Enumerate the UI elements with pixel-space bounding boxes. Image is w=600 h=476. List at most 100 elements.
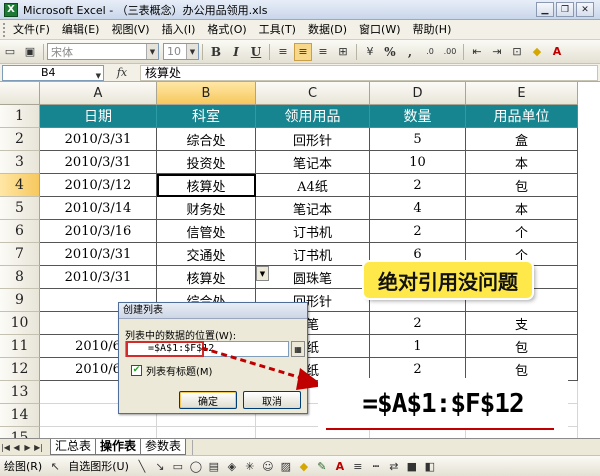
table-cell[interactable]: 盒 xyxy=(466,128,578,151)
empty-cell[interactable] xyxy=(157,427,256,438)
table-cell[interactable]: 1 xyxy=(370,335,466,358)
select-all-corner[interactable] xyxy=(0,82,40,105)
font-color-icon[interactable]: A xyxy=(548,43,566,61)
first-sheet-icon[interactable]: |◀ xyxy=(0,443,11,452)
column-header-d[interactable]: D xyxy=(370,82,466,105)
menu-file[interactable]: 文件(F) xyxy=(11,21,56,39)
column-header-c[interactable]: C xyxy=(256,82,370,105)
menu-view[interactable]: 视图(V) xyxy=(105,21,155,39)
arrow-icon[interactable]: ↘ xyxy=(152,458,168,474)
excel-app-icon[interactable]: X xyxy=(4,2,18,17)
row-header-12[interactable]: 12 xyxy=(0,358,40,381)
table-cell[interactable]: 个 xyxy=(466,220,578,243)
picture-icon[interactable]: ▨ xyxy=(278,458,294,474)
active-cell[interactable]: 核算处 xyxy=(157,174,256,197)
bold-button[interactable]: B xyxy=(207,43,225,61)
table-cell[interactable]: 2010/3/31 xyxy=(40,243,157,266)
table-cell[interactable]: 交通处 xyxy=(157,243,256,266)
font-color-icon[interactable]: A xyxy=(332,458,348,474)
function-icon[interactable]: fx xyxy=(104,66,140,79)
row-header-10[interactable]: 10 xyxy=(0,312,40,335)
restore-icon[interactable]: ❐ xyxy=(556,2,574,17)
decrease-decimal-icon[interactable]: .00 xyxy=(441,43,459,61)
table-cell[interactable]: 支 xyxy=(466,312,578,335)
table-cell[interactable]: 圆珠笔 xyxy=(256,266,370,289)
line-color-icon[interactable]: ✎ xyxy=(314,458,330,474)
table-header-cell[interactable]: 日期 xyxy=(40,105,157,128)
minimize-icon[interactable]: ▁ xyxy=(536,2,554,17)
fill-color-icon[interactable]: ◆ xyxy=(528,43,546,61)
has-headers-checkbox[interactable]: ✔ xyxy=(131,365,142,376)
table-header-cell[interactable]: 数量 xyxy=(370,105,466,128)
comma-button[interactable]: , xyxy=(401,43,419,61)
font-name-select[interactable]: 宋体 ▼ xyxy=(47,43,159,60)
merge-center-icon[interactable]: ⊞ xyxy=(334,43,352,61)
oval-icon[interactable]: ◯ xyxy=(188,458,204,474)
table-header-cell[interactable]: 领用用品 xyxy=(256,105,370,128)
table-cell[interactable]: 回形针 xyxy=(256,128,370,151)
italic-button[interactable]: I xyxy=(227,43,245,61)
formula-input[interactable]: 核算处 xyxy=(140,64,598,81)
draw-menu-button[interactable]: 绘图(R) xyxy=(0,458,46,474)
increase-decimal-icon[interactable]: .0 xyxy=(421,43,439,61)
table-cell[interactable]: 4 xyxy=(370,197,466,220)
menu-grip[interactable] xyxy=(3,22,7,37)
row-header-9[interactable]: 9 xyxy=(0,289,40,312)
table-cell[interactable]: 核算处 xyxy=(157,266,256,289)
wordart-icon[interactable]: ◈ xyxy=(224,458,240,474)
table-header-cell[interactable]: 科室 xyxy=(157,105,256,128)
column-header-b[interactable]: B xyxy=(157,82,256,105)
table-cell[interactable]: 综合处 xyxy=(157,128,256,151)
table-cell[interactable]: 10 xyxy=(370,151,466,174)
empty-cell[interactable] xyxy=(40,427,157,438)
table-cell[interactable]: 本 xyxy=(466,151,578,174)
align-right-icon[interactable]: ≡ xyxy=(314,43,332,61)
3d-icon[interactable]: ◧ xyxy=(422,458,438,474)
dash-style-icon[interactable]: ┅ xyxy=(368,458,384,474)
diagram-icon[interactable]: ✳ xyxy=(242,458,258,474)
table-cell[interactable]: 投资处 xyxy=(157,151,256,174)
table-cell[interactable]: 包 xyxy=(466,335,578,358)
menu-tools[interactable]: 工具(T) xyxy=(253,21,302,39)
line-style-icon[interactable]: ≡ xyxy=(350,458,366,474)
row-header-6[interactable]: 6 xyxy=(0,220,40,243)
save-icon[interactable]: ▣ xyxy=(21,43,39,61)
menu-insert[interactable]: 插入(I) xyxy=(156,21,202,39)
autoshapes-button[interactable]: 自选图形(U) xyxy=(64,458,133,474)
close-icon[interactable]: ✕ xyxy=(576,2,594,17)
underline-button[interactable]: U xyxy=(247,43,265,61)
tab-parameters[interactable]: 参数表 xyxy=(140,439,187,455)
table-cell[interactable]: 2010/3/12 xyxy=(40,174,157,197)
menu-edit[interactable]: 编辑(E) xyxy=(56,21,106,39)
table-cell[interactable]: 笔记本 xyxy=(256,197,370,220)
table-cell[interactable]: 财务处 xyxy=(157,197,256,220)
table-cell[interactable]: 本 xyxy=(466,197,578,220)
table-header-cell[interactable]: 用品单位 xyxy=(466,105,578,128)
currency-icon[interactable]: ¥ xyxy=(361,43,379,61)
name-box[interactable]: B4 ▼ xyxy=(2,64,104,81)
row-header-15[interactable]: 15 xyxy=(0,427,40,438)
align-center-icon[interactable]: ≡ xyxy=(294,42,312,61)
row-header-14[interactable]: 14 xyxy=(0,404,40,427)
shadow-icon[interactable]: ■ xyxy=(404,458,420,474)
borders-icon[interactable]: ⊡ xyxy=(508,43,526,61)
percent-button[interactable]: % xyxy=(381,43,399,61)
align-left-icon[interactable]: ≡ xyxy=(274,43,292,61)
prev-sheet-icon[interactable]: ◀ xyxy=(11,443,22,452)
row-header-13[interactable]: 13 xyxy=(0,381,40,404)
menu-help[interactable]: 帮助(H) xyxy=(407,21,458,39)
column-header-a[interactable]: A xyxy=(40,82,157,105)
last-sheet-icon[interactable]: ▶| xyxy=(33,443,44,452)
menu-format[interactable]: 格式(O) xyxy=(201,21,252,39)
table-cell[interactable]: 2 xyxy=(370,220,466,243)
table-cell[interactable]: A4纸 xyxy=(256,174,370,197)
table-cell[interactable]: 订书机 xyxy=(256,220,370,243)
increase-indent-icon[interactable]: ⇥ xyxy=(488,43,506,61)
rectangle-icon[interactable]: ▭ xyxy=(170,458,186,474)
table-cell[interactable]: 信管处 xyxy=(157,220,256,243)
table-cell[interactable]: 2010/3/14 xyxy=(40,197,157,220)
fill-color-icon[interactable]: ◆ xyxy=(296,458,312,474)
next-sheet-icon[interactable]: ▶ xyxy=(22,443,33,452)
row-header-8[interactable]: 8 xyxy=(0,266,40,289)
cell-dropdown-icon[interactable]: ▼ xyxy=(256,266,269,281)
